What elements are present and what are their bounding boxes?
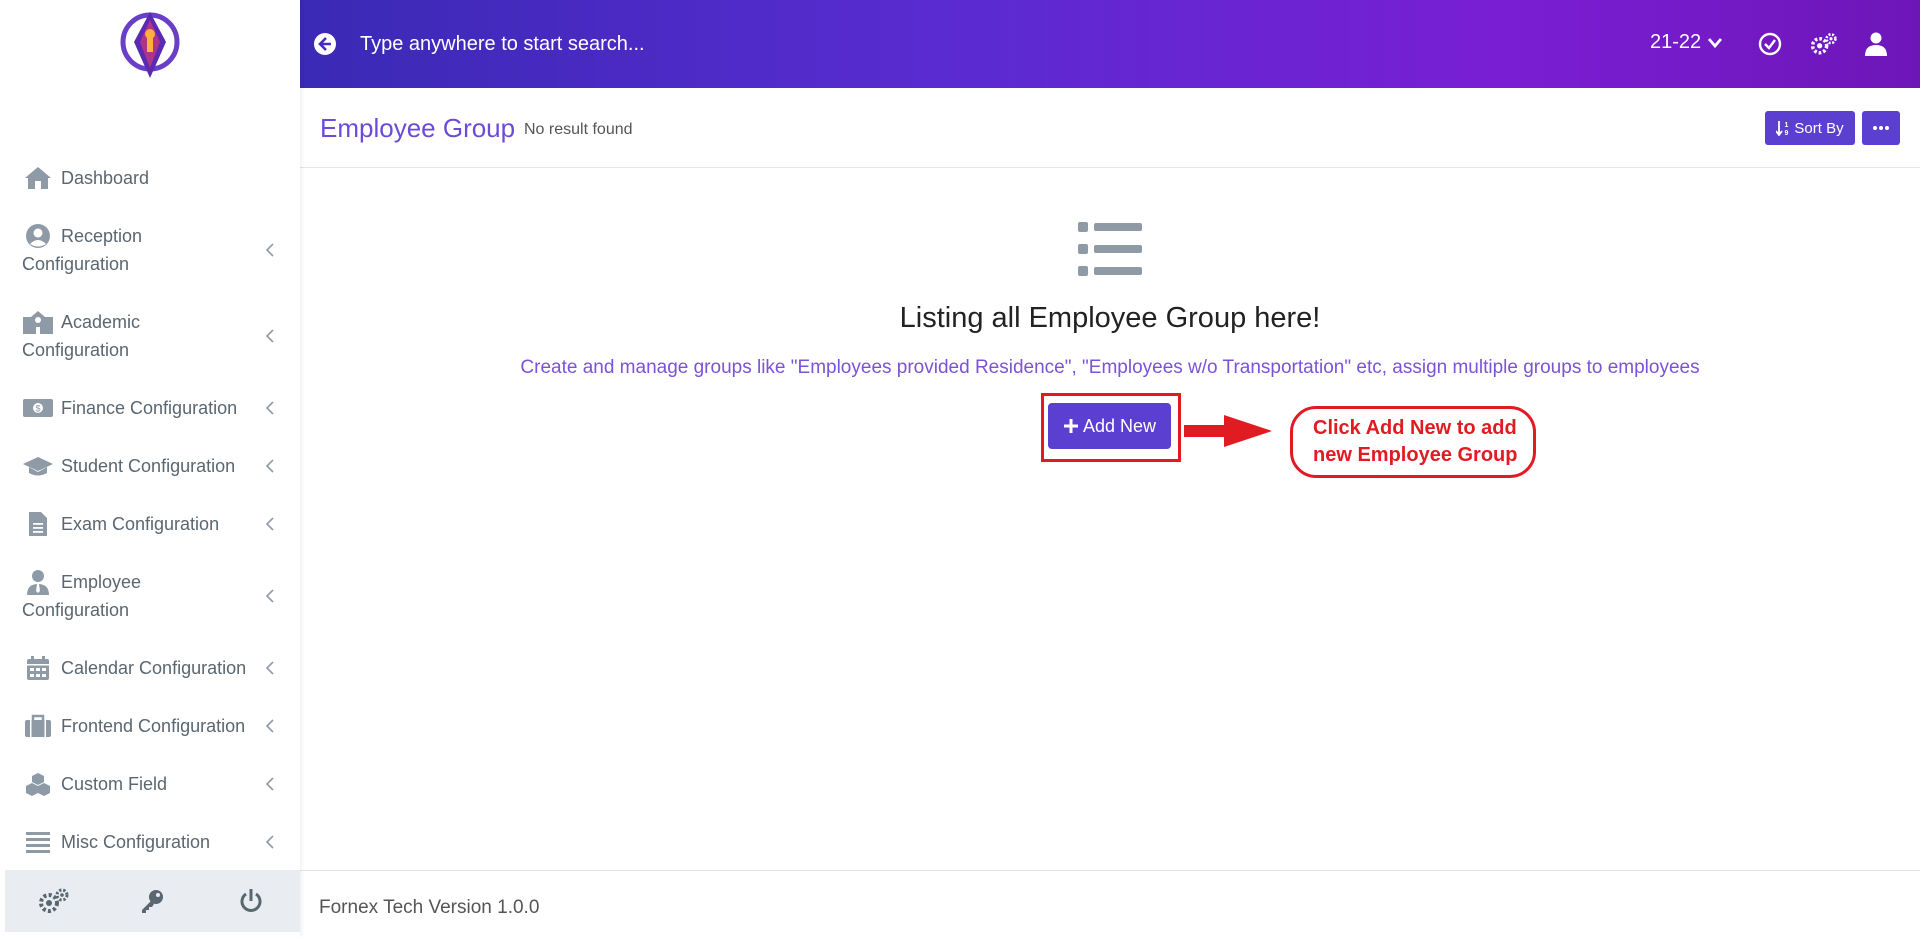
list-icon [1078,222,1142,276]
user-profile-button[interactable] [1862,30,1890,58]
search-input[interactable] [360,26,1060,62]
briefcase-icon [22,712,54,740]
sidebar-item-label: Student Configuration [61,456,236,476]
sidebar-item-label: Calendar Configuration [61,658,247,678]
bars-icon [22,828,54,856]
annotation-line-1: Click Add New to add [1313,417,1517,439]
session-selector[interactable]: 21-22 [1650,31,1723,54]
chevron-left-icon [265,401,274,415]
sort-by-button[interactable]: 19 Sort By [1765,111,1855,145]
top-header: 21-22 [300,0,1920,88]
chevron-left-icon [265,459,274,473]
sidebar-item-label: Custom Field [61,774,168,794]
graduation-cap-icon [22,452,54,480]
check-circle-icon [1758,32,1782,56]
app-logo[interactable] [117,6,183,82]
sidebar-item-misc-configuration[interactable]: Misc Configuration [0,828,300,856]
session-label: 21-22 [1650,31,1702,53]
sidebar: Dashboard Reception Configuration Academi… [0,0,300,937]
chevron-down-icon [1708,37,1723,48]
sidebar-item-dashboard[interactable]: Dashboard [0,164,300,192]
chevron-left-icon [265,777,274,791]
key-icon [142,890,164,913]
add-new-button[interactable]: Add New [1048,403,1171,449]
svg-text:9: 9 [1785,130,1789,136]
chevron-left-icon [265,589,274,603]
svg-text:$: $ [35,404,40,414]
sidebar-item-custom-field[interactable]: Custom Field [0,770,300,798]
annotation-line-2: new Employee Group [1313,444,1518,466]
annotation-arrow-icon [1184,415,1272,447]
sidebar-item-label: Misc Configuration [61,832,211,852]
svg-text:1: 1 [1785,122,1789,129]
change-password-button[interactable] [132,881,172,921]
power-icon [240,889,262,912]
chevron-left-icon [265,835,274,849]
sidebar-item-label: Dashboard [61,168,150,188]
logout-button[interactable] [231,881,271,921]
ellipsis-icon [1873,126,1889,130]
sidebar-item-label: Frontend Configuration [61,716,246,736]
page-footer: Fornex Tech Version 1.0.0 [300,870,1920,937]
sidebar-item-label: Exam Configuration [61,514,220,534]
tasks-button[interactable] [1756,30,1784,58]
chevron-left-icon [265,661,274,675]
sidebar-item-label: Finance Configuration [61,398,238,418]
annotation-callout: Click Add New to add new Employee Group [1290,406,1536,478]
sidebar-item-academic-configuration[interactable]: Academic Configuration [0,308,300,364]
back-arrow-icon[interactable] [312,31,338,57]
more-options-button[interactable] [1862,111,1900,145]
home-icon [22,164,54,192]
sidebar-footer [5,870,300,932]
sort-by-label: Sort By [1794,119,1844,137]
empty-state-description: Create and manage groups like "Employees… [520,357,1700,378]
settings-button[interactable] [34,881,74,921]
sidebar-item-exam-configuration[interactable]: Exam Configuration [0,510,300,538]
chevron-left-icon [265,329,274,343]
sidebar-item-finance-configuration[interactable]: $ Finance Configuration [0,394,300,422]
sidebar-item-employee-configuration[interactable]: Employee Configuration [0,568,300,624]
chevron-left-icon [265,517,274,531]
version-text: Fornex Tech Version 1.0.0 [319,897,540,918]
gears-icon [1810,33,1837,55]
logo-area [0,0,300,88]
user-icon [1865,32,1887,56]
chevron-left-icon [265,719,274,733]
page-title: Employee Group [320,113,516,143]
sidebar-item-calendar-configuration[interactable]: Calendar Configuration [0,654,300,682]
add-new-label: Add New [1082,415,1157,436]
sidebar-item-label: Reception Configuration [22,226,143,274]
chevron-left-icon [265,243,274,257]
cubes-icon [22,770,54,798]
result-count-text: No result found [524,121,633,138]
sidebar-item-student-configuration[interactable]: Student Configuration [0,452,300,480]
calendar-icon [22,654,54,682]
file-icon [22,510,54,538]
config-button[interactable] [1810,30,1838,58]
money-icon: $ [22,394,54,422]
plus-icon [1063,419,1078,433]
empty-state-heading: Listing all Employee Group here! [899,302,1321,334]
gears-icon [39,888,69,913]
sidebar-item-label: Academic Configuration [22,312,141,360]
sidebar-item-frontend-configuration[interactable]: Frontend Configuration [0,712,300,740]
page-header: Employee Group No result found 19 Sort B… [300,88,1920,168]
sidebar-item-reception-configuration[interactable]: Reception Configuration [0,222,300,278]
sidebar-item-label: Employee Configuration [22,572,142,620]
sort-numeric-icon: 19 [1776,121,1789,136]
